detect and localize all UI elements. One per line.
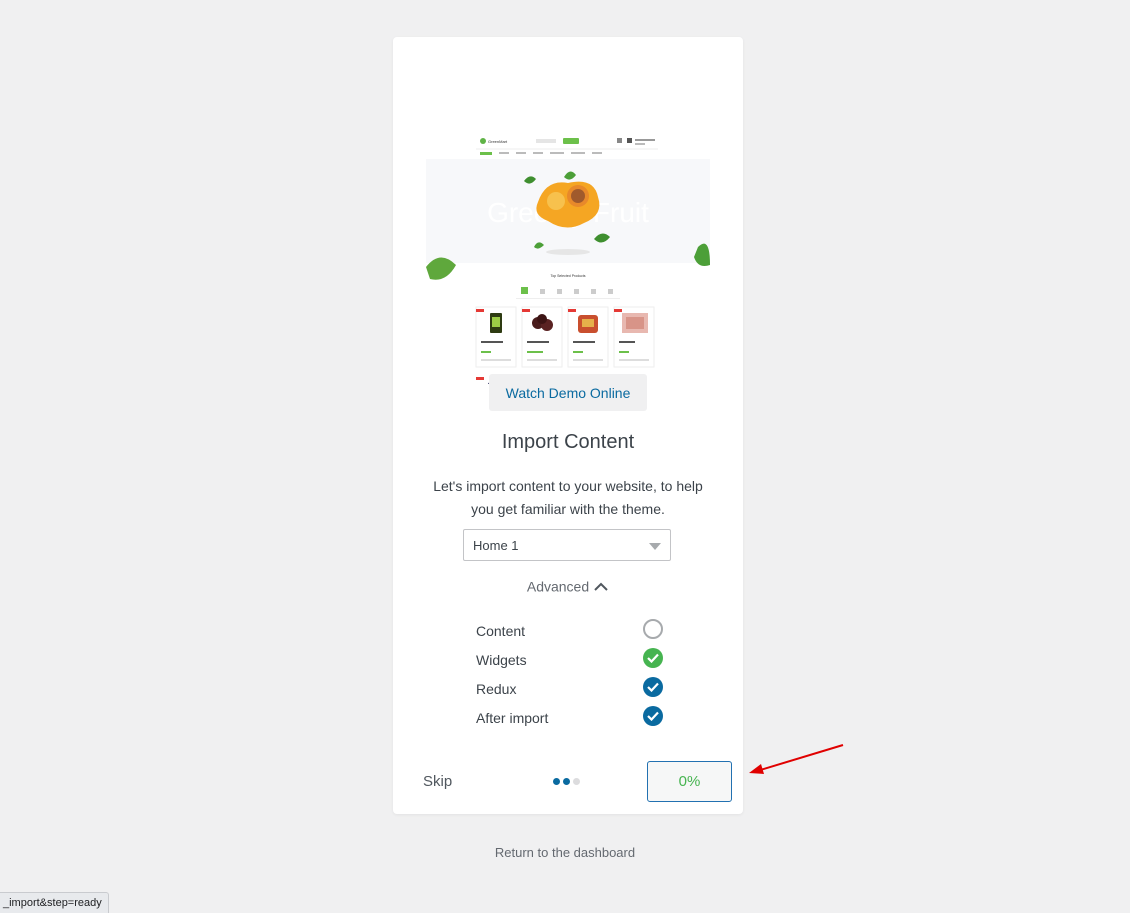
option-label: After import <box>476 710 549 726</box>
import-progress-button[interactable]: 0% <box>647 761 732 802</box>
option-label: Redux <box>476 681 517 697</box>
import-options-list: Content Widgets Redux After import <box>476 619 663 735</box>
option-label: Content <box>476 623 526 639</box>
demo-select[interactable]: Home 1 <box>463 529 671 561</box>
option-after-import: After import <box>476 706 663 735</box>
unchecked-circle-icon[interactable] <box>643 619 663 639</box>
annotation-arrow-icon <box>749 744 844 774</box>
step-description: Let's import content to your website, to… <box>433 478 703 517</box>
preview-section-title: Top Selected Products <box>550 274 585 278</box>
import-wizard-card: GreenMart Greenly Fruit Top Selected Pro… <box>393 37 743 814</box>
watch-demo-button[interactable]: Watch Demo Online <box>489 374 647 411</box>
return-dashboard-link[interactable]: Return to the dashboard <box>0 845 1130 860</box>
step-indicator <box>553 778 583 796</box>
skip-button[interactable]: Skip <box>423 773 452 790</box>
step-dot-3 <box>573 778 580 785</box>
step-dot-1 <box>553 778 560 785</box>
preview-logo-text: GreenMart <box>488 139 508 144</box>
option-label: Widgets <box>476 652 527 668</box>
demo-preview-image: GreenMart Greenly Fruit Top Selected Pro… <box>426 97 710 384</box>
dropdown-caret-icon <box>649 543 661 550</box>
option-content: Content <box>476 619 663 648</box>
step-dot-2 <box>563 778 570 785</box>
check-circle-icon[interactable] <box>643 706 663 726</box>
option-widgets: Widgets <box>476 648 663 677</box>
check-circle-icon[interactable] <box>643 677 663 697</box>
advanced-toggle[interactable]: Advanced <box>393 577 743 594</box>
option-redux: Redux <box>476 677 663 706</box>
advanced-label: Advanced <box>526 578 590 595</box>
step-title: Import Content <box>501 431 635 453</box>
demo-select-value: Home 1 <box>473 538 519 553</box>
chevron-up-icon <box>594 582 608 592</box>
check-circle-icon[interactable] <box>643 648 663 668</box>
browser-status-bar: _import&step=ready <box>0 892 109 913</box>
